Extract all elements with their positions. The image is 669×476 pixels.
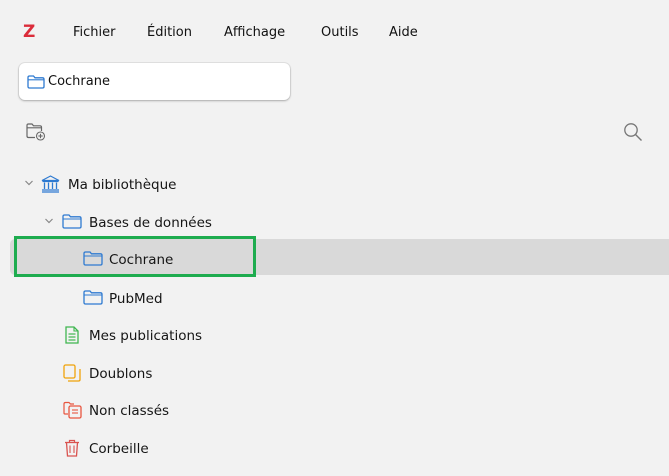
tab-label: Cochrane bbox=[48, 74, 110, 89]
tree-item-label: Ma bibliothèque bbox=[68, 177, 177, 193]
chevron-down-icon[interactable] bbox=[44, 217, 54, 229]
folder-icon bbox=[62, 214, 82, 233]
library-icon bbox=[41, 175, 60, 197]
unfiled-icon bbox=[63, 401, 83, 423]
menu-item-fichier[interactable]: Fichier bbox=[73, 25, 116, 41]
tree-item-label: PubMed bbox=[109, 291, 163, 307]
tree-item-library[interactable]: Ma bibliothèque bbox=[0, 170, 669, 200]
tree-item-label: Corbeille bbox=[89, 441, 149, 457]
tree-item-label: Mes publications bbox=[89, 328, 203, 344]
tree-item-databases[interactable]: Bases de données bbox=[0, 208, 669, 238]
menu-item-affichage[interactable]: Affichage bbox=[224, 25, 285, 41]
folder-icon bbox=[27, 74, 45, 93]
trash-icon bbox=[64, 439, 80, 461]
menu-item-aide[interactable]: Aide bbox=[389, 25, 418, 41]
duplicates-icon bbox=[63, 364, 81, 386]
tree-item-label: Doublons bbox=[89, 366, 153, 382]
tree-item-publications[interactable]: Mes publications bbox=[0, 321, 669, 351]
tree-item-pubmed[interactable]: PubMed bbox=[0, 284, 669, 314]
search-icon[interactable] bbox=[623, 122, 643, 146]
tree-item-duplicates[interactable]: Doublons bbox=[0, 359, 669, 389]
tree-item-label: Non classés bbox=[89, 403, 170, 419]
menu-item-edition[interactable]: Édition bbox=[147, 25, 192, 41]
tree-item-label: Bases de données bbox=[89, 215, 212, 231]
tree-item-trash[interactable]: Corbeille bbox=[0, 434, 669, 464]
menu-item-outils[interactable]: Outils bbox=[321, 25, 359, 41]
tree-item-cochrane[interactable]: Cochrane bbox=[0, 238, 669, 276]
tree-item-unfiled[interactable]: Non classés bbox=[0, 396, 669, 426]
zotero-logo[interactable]: Z bbox=[23, 22, 35, 42]
menu-bar: Z Fichier Édition Affichage Outils Aide bbox=[0, 0, 669, 54]
chevron-down-icon[interactable] bbox=[24, 179, 34, 191]
folder-icon bbox=[83, 251, 103, 270]
tree-item-label: Cochrane bbox=[109, 252, 174, 268]
new-collection-icon[interactable] bbox=[26, 123, 46, 145]
folder-icon bbox=[83, 290, 103, 309]
publications-icon bbox=[64, 326, 80, 348]
tab-cochrane[interactable]: Cochrane bbox=[19, 63, 290, 100]
